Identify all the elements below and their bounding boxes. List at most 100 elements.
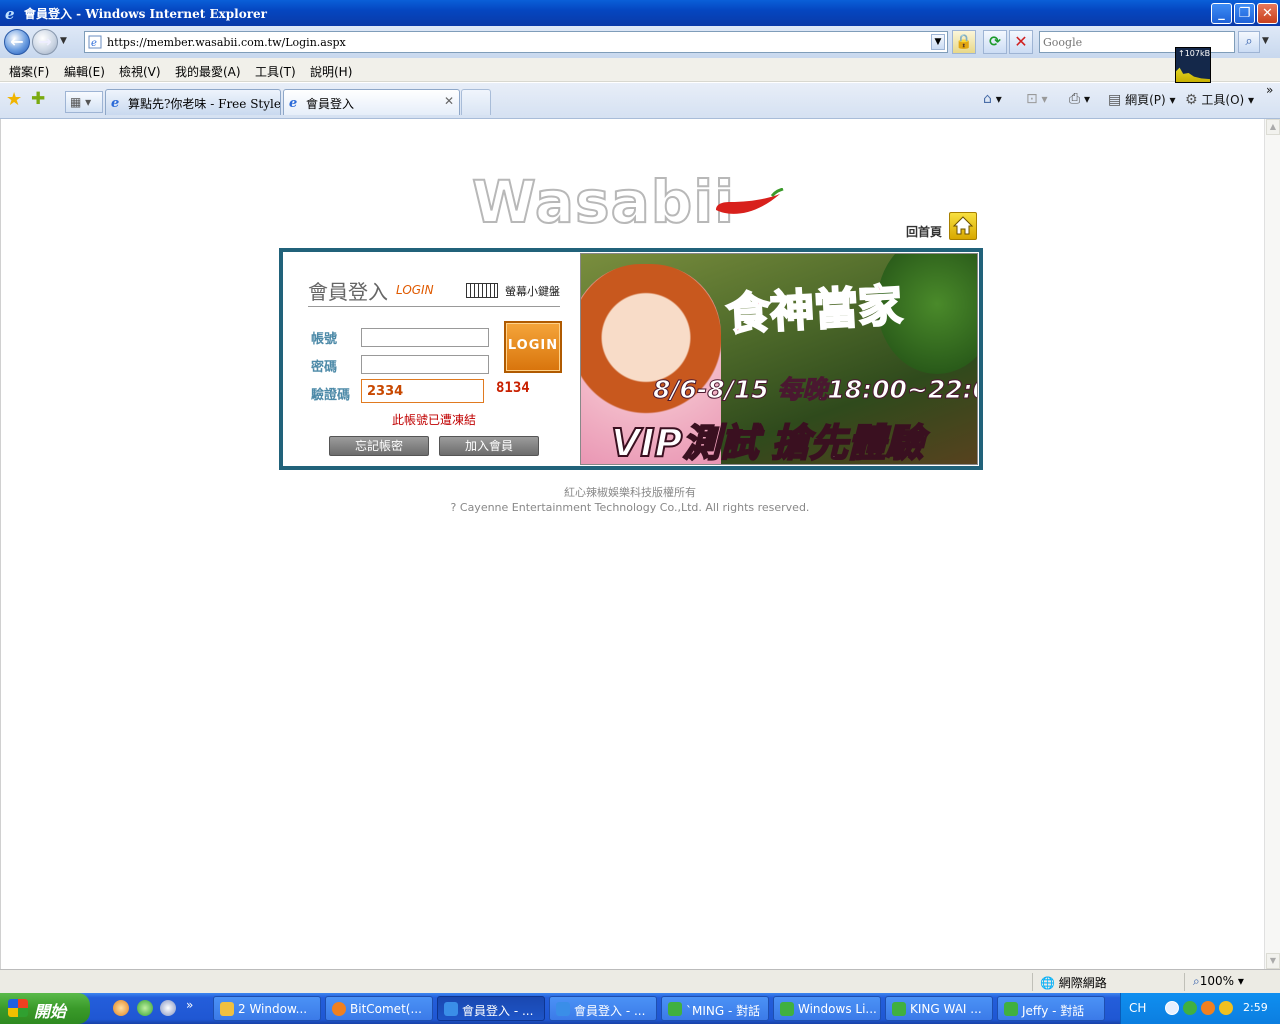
system-tray: CH 2:59 xyxy=(1120,993,1280,1024)
home-icon[interactable]: ⌂ ▾ xyxy=(983,91,1002,107)
house-icon xyxy=(952,216,974,235)
forgot-password-button[interactable]: 忘記帳密 xyxy=(329,436,429,456)
scroll-down-icon[interactable]: ▼ xyxy=(1266,953,1280,969)
status-separator xyxy=(1032,973,1033,991)
menu-help[interactable]: 說明(H) xyxy=(310,63,352,80)
folder-icon xyxy=(220,1002,234,1016)
quicklaunch-app-icon[interactable] xyxy=(160,1000,176,1016)
banner-vip: VIP測試 搶先體驗 xyxy=(610,420,925,465)
svg-text:e: e xyxy=(111,96,119,109)
url-text[interactable]: https://member.wasabii.com.tw/Login.aspx xyxy=(107,36,346,49)
task-label: BitComet(... xyxy=(350,1002,422,1016)
clock[interactable]: 2:59 xyxy=(1243,1001,1268,1014)
quicklaunch-more-icon[interactable]: » xyxy=(186,998,193,1012)
quicklaunch-browser-icon[interactable] xyxy=(137,1000,153,1016)
task-chat-kingwai[interactable]: KING WAI ... xyxy=(885,996,993,1021)
captcha-input[interactable] xyxy=(361,379,484,403)
tab-login[interactable]: e 會員登入 ✕ xyxy=(283,89,460,115)
copyright-line-2: ? Cayenne Entertainment Technology Co.,L… xyxy=(450,501,810,514)
zoom-level[interactable]: ⌕100% ▾ xyxy=(1193,974,1244,989)
divider xyxy=(308,306,560,307)
zoom-value: 100% xyxy=(1199,974,1235,988)
menu-tools[interactable]: 工具(T) xyxy=(255,63,296,80)
quick-tabs-button[interactable]: ▦ ▾ xyxy=(65,91,103,113)
language-indicator[interactable]: CH xyxy=(1129,1001,1146,1015)
tray-messenger-icon[interactable] xyxy=(1183,1001,1197,1015)
search-options-icon[interactable]: ▼ xyxy=(1262,36,1269,46)
page-menu[interactable]: ▤ 網頁(P) ▾ xyxy=(1108,91,1176,108)
register-button[interactable]: 加入會員 xyxy=(439,436,539,456)
keyboard-icon[interactable] xyxy=(466,283,498,298)
tools-menu[interactable]: ⚙ 工具(O) ▾ xyxy=(1185,91,1254,108)
window-title: 會員登入 - Windows Internet Explorer xyxy=(24,7,267,21)
ie-icon: e xyxy=(5,5,15,21)
taskbar: 開始 » 2 Window... BitComet(... 會員登入 - ...… xyxy=(0,993,1280,1024)
restore-button[interactable]: ❐ xyxy=(1234,3,1255,24)
tray-arrow-icon[interactable] xyxy=(1165,1001,1179,1015)
captcha-label: 驗證碼 xyxy=(311,388,351,403)
back-button[interactable]: ← xyxy=(4,29,30,55)
start-button[interactable]: 開始 xyxy=(0,993,90,1024)
page-icon: e xyxy=(88,35,102,49)
task-label: Jeffy - 對話 xyxy=(1022,1004,1085,1018)
page-content xyxy=(0,119,1264,969)
task-bitcomet[interactable]: BitComet(... xyxy=(325,996,433,1021)
refresh-icon[interactable]: ⟳ xyxy=(983,30,1007,54)
task-explorer-group[interactable]: 2 Window... xyxy=(213,996,321,1021)
task-label: 會員登入 - ... xyxy=(574,1004,646,1018)
address-dropdown-icon[interactable]: ▼ xyxy=(931,34,945,50)
task-chat-jeffy[interactable]: Jeffy - 對話 xyxy=(997,996,1105,1021)
menu-file[interactable]: 檔案(F) xyxy=(9,63,49,80)
menu-edit[interactable]: 編輯(E) xyxy=(64,63,105,80)
tray-shield-icon[interactable] xyxy=(1219,1001,1233,1015)
password-label: 密碼 xyxy=(311,360,338,375)
copyright-line-1: 紅心辣椒娛樂科技版權所有 xyxy=(564,486,696,499)
vertical-scrollbar[interactable]: ▲ ▼ xyxy=(1264,119,1280,969)
minimize-button[interactable]: _ xyxy=(1211,3,1232,24)
new-tab-button[interactable] xyxy=(461,89,491,115)
menu-view[interactable]: 檢視(V) xyxy=(119,63,161,80)
home-button[interactable] xyxy=(949,212,977,240)
close-button[interactable]: ✕ xyxy=(1257,3,1278,24)
ie-page-icon: e xyxy=(289,96,297,109)
virtual-keyboard-link[interactable]: 螢幕小鍵盤 xyxy=(505,283,560,299)
account-input[interactable] xyxy=(361,328,489,347)
scroll-up-icon[interactable]: ▲ xyxy=(1266,119,1280,135)
chili-pepper-icon xyxy=(716,188,784,214)
home-link-label[interactable]: 回首頁 xyxy=(906,223,942,240)
task-windows-live[interactable]: Windows Li... xyxy=(773,996,881,1021)
task-label: `MING - 對話 xyxy=(686,1004,761,1018)
favorites-star-icon[interactable]: ★ xyxy=(6,89,22,110)
more-commands-icon[interactable]: » xyxy=(1266,83,1273,97)
forward-button[interactable]: → xyxy=(32,29,58,55)
quicklaunch-messenger-icon[interactable] xyxy=(113,1000,129,1016)
stop-icon[interactable]: ✕ xyxy=(1009,30,1033,54)
login-button[interactable]: LOGIN xyxy=(504,321,562,373)
tab-freestyle[interactable]: e 算點先?你老味 - Free Style -... xyxy=(105,89,281,115)
address-bar[interactable]: e https://member.wasabii.com.tw/Login.as… xyxy=(84,31,948,53)
ie-page-icon: e xyxy=(111,96,119,109)
task-ie-login-active[interactable]: 會員登入 - ... xyxy=(437,996,545,1021)
history-dropdown-icon[interactable]: ▼ xyxy=(60,36,67,46)
menu-bar: 檔案(F) 編輯(E) 檢視(V) 我的最愛(A) 工具(T) 說明(H) xyxy=(0,58,1280,82)
add-favorite-icon[interactable]: ✚ xyxy=(31,89,45,109)
network-graph xyxy=(1176,67,1210,82)
menu-favorites[interactable]: 我的最愛(A) xyxy=(175,63,241,80)
wasabii-logo: Wasabii xyxy=(471,167,792,237)
task-ie-login[interactable]: 會員登入 - ... xyxy=(549,996,657,1021)
security-zone: 🌐 網際網路 xyxy=(1040,974,1107,991)
login-title-en: LOGIN xyxy=(396,283,434,297)
tray-bitcomet-icon[interactable] xyxy=(1201,1001,1215,1015)
account-label: 帳號 xyxy=(311,332,338,347)
search-icon[interactable]: ⌕ xyxy=(1238,31,1260,53)
messenger-icon xyxy=(780,1002,794,1016)
promo-banner[interactable]: 食神當家 8/6-8/15 每晚18:00~22:00 VIP測試 搶先體驗 xyxy=(580,253,978,465)
banner-title: 食神當家 xyxy=(724,279,904,341)
tab-close-icon[interactable]: ✕ xyxy=(444,94,454,108)
lock-icon[interactable]: 🔒 xyxy=(952,30,976,54)
feeds-icon[interactable]: ⊡ ▾ xyxy=(1026,91,1048,107)
print-icon[interactable]: ⎙ ▾ xyxy=(1069,91,1090,107)
tab-label: 算點先?你老味 - Free Style -... xyxy=(128,97,281,111)
password-input[interactable] xyxy=(361,355,489,374)
task-chat-ming[interactable]: `MING - 對話 xyxy=(661,996,769,1021)
